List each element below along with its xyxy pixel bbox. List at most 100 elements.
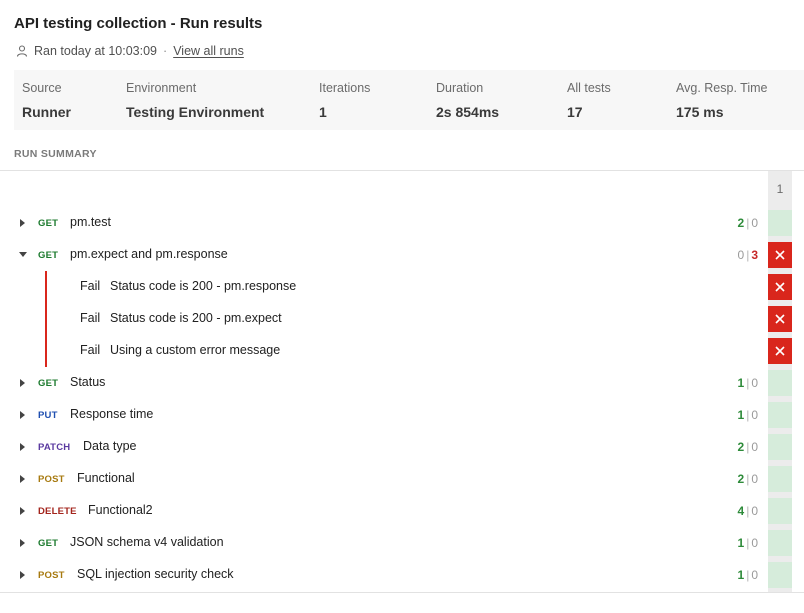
caret-right-icon[interactable] <box>19 442 27 452</box>
iteration-fail-cell[interactable] <box>768 274 792 300</box>
iteration-pass-cell[interactable] <box>768 562 792 588</box>
http-method-badge: GET <box>38 250 59 261</box>
iteration-pass-cell[interactable] <box>768 402 792 428</box>
close-icon <box>775 346 785 356</box>
request-row[interactable]: GET pm.expect and pm.response 0 | 3 <box>0 239 804 271</box>
request-name[interactable]: SQL injection security check <box>77 567 234 581</box>
failed-count: 0 <box>751 504 758 518</box>
divider <box>0 592 804 593</box>
request-row[interactable]: PUT Response time 1 | 0 <box>0 399 804 431</box>
run-stats-bar: Source Runner Environment Testing Enviro… <box>14 70 804 130</box>
run-timestamp: Ran today at 10:03:09 <box>34 44 158 58</box>
divider <box>0 170 804 171</box>
close-icon <box>775 250 785 260</box>
stat-value: Runner <box>22 104 71 120</box>
caret-right-icon[interactable] <box>19 410 27 420</box>
test-counts: 1 | 0 <box>738 536 759 550</box>
count-separator: | <box>746 536 750 550</box>
request-name[interactable]: Data type <box>83 439 137 453</box>
count-separator: | <box>746 568 750 582</box>
iteration-pass-cell[interactable] <box>768 210 792 236</box>
failed-count: 0 <box>751 472 758 486</box>
caret-right-icon[interactable] <box>19 474 27 484</box>
failed-count: 0 <box>751 568 758 582</box>
request-row[interactable]: DELETE Functional2 4 | 0 <box>0 495 804 527</box>
iteration-fail-cell[interactable] <box>768 242 792 268</box>
stat-label: Avg. Resp. Time <box>676 81 768 95</box>
stat-label: Iterations <box>319 81 371 95</box>
stat-value: 175 ms <box>676 104 724 120</box>
failed-count: 0 <box>751 440 758 454</box>
request-row[interactable]: GET Status 1 | 0 <box>0 367 804 399</box>
caret-right-icon[interactable] <box>19 506 27 516</box>
request-name[interactable]: Status <box>70 375 105 389</box>
failed-count: 0 <box>751 536 758 550</box>
request-row[interactable]: GET JSON schema v4 validation 1 | 0 <box>0 527 804 559</box>
test-counts: 2 | 0 <box>738 440 759 454</box>
count-separator: | <box>746 504 750 518</box>
iteration-fail-cell[interactable] <box>768 338 792 364</box>
request-row[interactable]: POST SQL injection security check 1 | 0 <box>0 559 804 591</box>
stat-label: Source <box>22 81 62 95</box>
failed-test-row[interactable]: Fail Status code is 200 - pm.expect <box>0 303 804 335</box>
test-counts: 1 | 0 <box>738 376 759 390</box>
request-row[interactable]: GET pm.test 2 | 0 <box>0 207 804 239</box>
fail-label: Fail <box>80 311 101 325</box>
iteration-pass-cell[interactable] <box>768 370 792 396</box>
failed-count: 3 <box>751 248 758 262</box>
iteration-column-header: 1 <box>768 171 792 207</box>
http-method-badge: DELETE <box>38 506 77 517</box>
iteration-fail-cell[interactable] <box>768 306 792 332</box>
passed-count: 0 <box>737 248 745 262</box>
request-row[interactable]: POST Functional 2 | 0 <box>0 463 804 495</box>
iteration-pass-cell[interactable] <box>768 498 792 524</box>
count-separator: | <box>746 472 750 486</box>
stat-label: Environment <box>126 81 197 95</box>
passed-count: 1 <box>737 536 745 550</box>
fail-label: Fail <box>80 343 101 357</box>
http-method-badge: POST <box>38 570 65 581</box>
view-all-runs-link[interactable]: View all runs <box>173 44 244 58</box>
caret-right-icon[interactable] <box>19 218 27 228</box>
passed-count: 4 <box>737 504 745 518</box>
request-name[interactable]: Functional2 <box>88 503 153 517</box>
stat-value: 2s 854ms <box>436 104 500 120</box>
iteration-pass-cell[interactable] <box>768 466 792 492</box>
page-title: API testing collection - Run results <box>14 15 263 32</box>
test-counts: 1 | 0 <box>738 568 759 582</box>
close-icon <box>775 314 785 324</box>
failed-count: 0 <box>751 376 758 390</box>
request-name[interactable]: Functional <box>77 471 135 485</box>
failed-test-name: Status code is 200 - pm.response <box>110 279 297 293</box>
http-method-badge: GET <box>38 218 59 229</box>
separator-dot: · <box>163 44 168 58</box>
stat-value: 17 <box>567 104 583 120</box>
request-name[interactable]: pm.expect and pm.response <box>70 247 228 261</box>
http-method-badge: GET <box>38 538 59 549</box>
passed-count: 2 <box>737 216 745 230</box>
user-icon <box>16 45 28 57</box>
stat-value: Testing Environment <box>126 104 265 120</box>
passed-count: 2 <box>737 440 745 454</box>
count-separator: | <box>746 216 750 230</box>
failed-test-row[interactable]: Fail Using a custom error message <box>0 335 804 367</box>
request-name[interactable]: JSON schema v4 validation <box>70 535 224 549</box>
request-name[interactable]: pm.test <box>70 215 111 229</box>
passed-count: 1 <box>737 408 745 422</box>
request-row[interactable]: PATCH Data type 2 | 0 <box>0 431 804 463</box>
iteration-pass-cell[interactable] <box>768 434 792 460</box>
failed-test-row[interactable]: Fail Status code is 200 - pm.response <box>0 271 804 303</box>
count-separator: | <box>746 376 750 390</box>
stat-label: All tests <box>567 81 611 95</box>
caret-down-icon[interactable] <box>19 250 27 260</box>
test-counts: 4 | 0 <box>738 504 759 518</box>
http-method-badge: PUT <box>38 410 58 421</box>
http-method-badge: POST <box>38 474 65 485</box>
request-name[interactable]: Response time <box>70 407 153 421</box>
caret-right-icon[interactable] <box>19 378 27 388</box>
caret-right-icon[interactable] <box>19 538 27 548</box>
run-info: Ran today at 10:03:09 · View all runs <box>16 44 244 58</box>
caret-right-icon[interactable] <box>19 570 27 580</box>
failed-test-name: Using a custom error message <box>110 343 281 357</box>
iteration-pass-cell[interactable] <box>768 530 792 556</box>
